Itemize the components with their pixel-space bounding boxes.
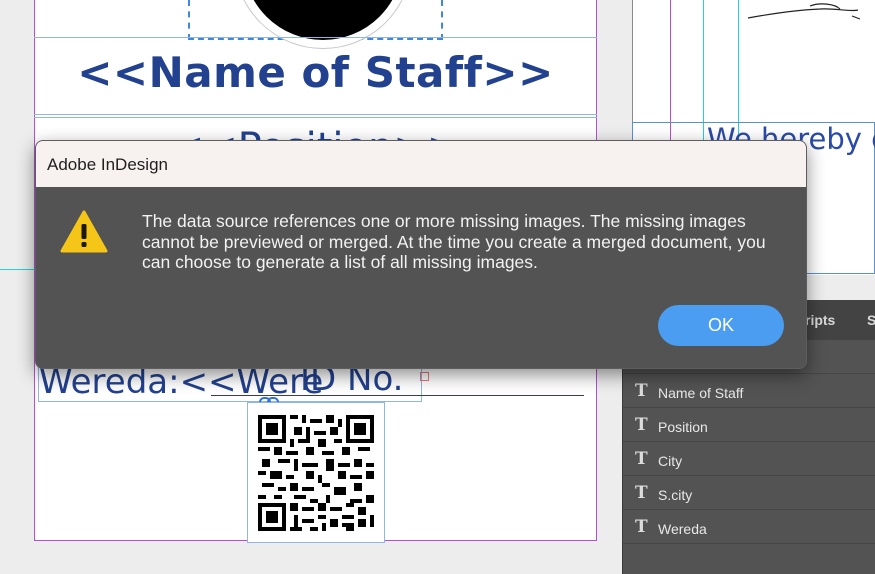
text-field-icon: T — [635, 381, 648, 401]
tab-styles[interactable]: S — [867, 312, 875, 328]
data-field-label: Name of Staff — [658, 385, 744, 401]
dialog-title: Adobe InDesign — [47, 155, 168, 174]
data-field-label: Position — [658, 419, 708, 435]
staff-name-field[interactable]: <<Name of Staff>> — [34, 37, 597, 115]
document-canvas[interactable]: <<Name of Staff>> <<Position>> Wereda:<<… — [0, 0, 875, 574]
text-field-icon: T — [635, 415, 648, 435]
qr-code-frame[interactable] — [247, 402, 385, 543]
text-field-icon: T — [635, 517, 648, 537]
data-field-row[interactable]: T Position — [623, 408, 875, 442]
text-field-icon: T — [635, 449, 648, 469]
data-field-row[interactable]: T Name of Staff — [623, 374, 875, 408]
qr-code-image — [258, 415, 374, 531]
horizontal-guide — [0, 269, 40, 270]
overset-handle[interactable] — [420, 372, 429, 381]
data-field-list: T No. T Name of Staff T Position T City … — [623, 340, 875, 544]
warning-icon — [60, 210, 108, 253]
data-field-label: Wereda — [658, 521, 707, 537]
data-field-label: S.city — [658, 487, 693, 503]
dialog-titlebar[interactable]: Adobe InDesign — [36, 141, 806, 187]
data-field-row[interactable]: T S.city — [623, 476, 875, 510]
data-field-label: City — [658, 453, 683, 469]
text-field-icon: T — [635, 483, 648, 503]
dialog-message: The data source references one or more m… — [142, 211, 766, 272]
data-field-row[interactable]: T Wereda — [623, 510, 875, 544]
tab-scripts[interactable]: ripts — [805, 312, 835, 328]
data-field-row[interactable]: T City — [623, 442, 875, 476]
signature-image — [747, 3, 861, 20]
alert-dialog: Adobe InDesign The data source reference… — [35, 140, 807, 369]
ok-button[interactable]: OK — [658, 305, 784, 346]
